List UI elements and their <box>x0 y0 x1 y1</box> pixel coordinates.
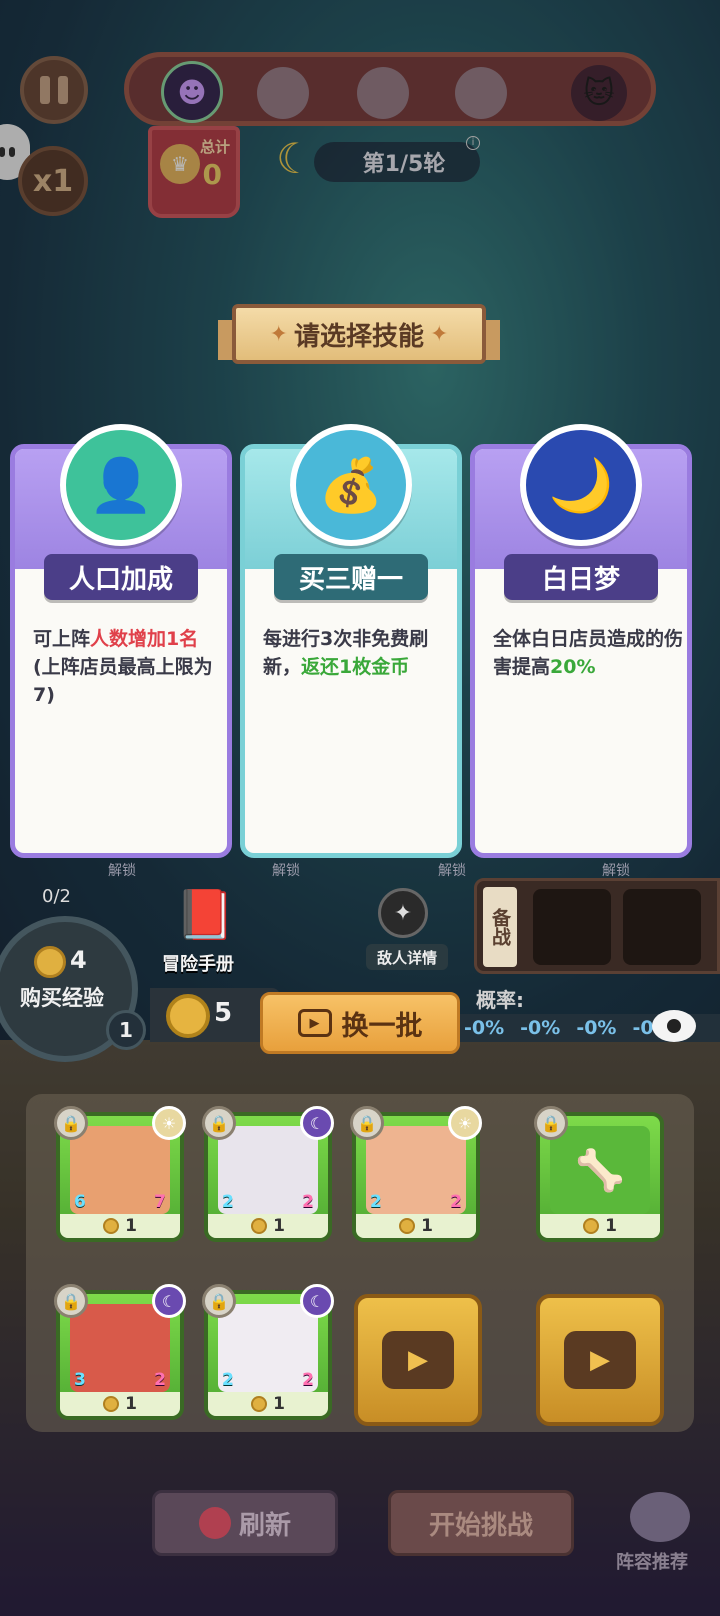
skill-card-population[interactable]: 可上阵人数增加1名(上阵店员最高上限为7) 👤 人口加成 <box>10 424 232 858</box>
lock-icon[interactable]: 🔒 <box>54 1284 88 1318</box>
gold-coin-icon <box>166 994 210 1038</box>
shop-hero-card[interactable]: 🔒 ☀ 2 2 1 <box>350 1106 482 1242</box>
person-plus-icon: 👤 <box>60 424 182 546</box>
moon-trait-icon: ☾ <box>300 1106 334 1140</box>
ad-unlock-slot[interactable]: ▶ <box>354 1294 482 1426</box>
hero-price: 1 <box>356 1214 476 1238</box>
price-value: 1 <box>273 1216 285 1236</box>
shop-hero-card[interactable]: 🔒 ☾ 3 2 1 <box>54 1284 186 1420</box>
reserve-slot[interactable] <box>623 889 701 965</box>
price-value: 1 <box>605 1216 617 1236</box>
price-value: 1 <box>125 1216 137 1236</box>
lock-icon[interactable]: 🔒 <box>350 1106 384 1140</box>
coin-icon <box>34 946 66 978</box>
odds-value: -0% <box>576 1017 617 1039</box>
hero-stat-left: 2 <box>222 1192 234 1212</box>
gold-ingot-icon: 💰 <box>290 424 412 546</box>
shop-hero-card[interactable]: 🔒 ☾ 2 2 1 <box>202 1284 334 1420</box>
lock-icon[interactable]: 🔒 <box>202 1106 236 1140</box>
coin-icon <box>198 1507 231 1539</box>
price-value: 1 <box>125 1394 137 1414</box>
skill-description: 每进行3次非免费刷新，返还1枚金币 <box>263 628 429 678</box>
lock-icon[interactable]: 🔒 <box>54 1106 88 1140</box>
hero-price: 1 <box>60 1392 180 1416</box>
odds-label: 概率: <box>476 988 524 1012</box>
enemy-details-label[interactable]: 敌人详情 <box>366 944 448 970</box>
refresh-button[interactable]: 刷新 <box>152 1490 338 1556</box>
exp-progress: 0/2 <box>42 886 71 907</box>
hero-stat-left: 2 <box>222 1370 234 1390</box>
moon-trait-icon: ☾ <box>300 1284 334 1318</box>
lock-icon[interactable]: 🔒 <box>202 1284 236 1318</box>
hero-price: 1 <box>208 1214 328 1238</box>
exp-cost: 4 <box>70 946 87 974</box>
adventure-book-icon[interactable]: 📕 <box>166 878 244 950</box>
sparkle-icon: ✦ <box>269 321 288 347</box>
level-badge: 1 <box>106 1010 146 1050</box>
reserve-bench: 备战 <box>474 878 720 974</box>
hero-stat-right: 2 <box>154 1370 166 1390</box>
unlock-label: 解锁 <box>602 863 630 879</box>
coin-icon <box>103 1396 120 1412</box>
moon-trait-icon: ☾ <box>152 1284 186 1318</box>
price-value: 1 <box>273 1394 285 1414</box>
skill-name: 买三赠一 <box>274 554 428 600</box>
hero-price: 1 <box>60 1214 180 1238</box>
video-ad-icon: ▶ <box>564 1331 636 1389</box>
refresh-batch-label: 换一批 <box>341 1010 423 1042</box>
video-ad-icon: ▶ <box>297 1009 332 1037</box>
lineup-recommend-icon[interactable] <box>630 1492 690 1542</box>
hero-stat-right: 2 <box>450 1192 462 1212</box>
eye-icon[interactable] <box>652 1010 696 1042</box>
skill-description: 可上阵人数增加1名(上阵店员最高上限为7) <box>33 628 213 706</box>
skill-name: 白日梦 <box>504 554 658 600</box>
ad-unlock-slot[interactable]: ▶ <box>536 1294 664 1426</box>
shop-item-card[interactable]: 🦴 🔒 1 <box>534 1106 664 1242</box>
gold-amount: 5 <box>214 998 233 1028</box>
video-ad-icon: ▶ <box>382 1331 454 1389</box>
skill-name: 人口加成 <box>44 554 198 600</box>
coin-icon <box>583 1218 600 1234</box>
buy-exp-label[interactable]: 购买经验 <box>20 982 104 1012</box>
bone-icon: 🦴 <box>550 1126 650 1214</box>
coin-icon <box>251 1218 268 1234</box>
hero-stat-right: 7 <box>154 1192 166 1212</box>
coin-icon <box>399 1218 416 1234</box>
skill-description: 全体白日店员造成的伤害提高20% <box>493 628 684 678</box>
price-value: 1 <box>421 1216 433 1236</box>
enemy-details-icon[interactable]: ✦ <box>378 888 428 938</box>
shop-hero-card[interactable]: 🔒 ☀ 6 7 1 <box>54 1106 186 1242</box>
hero-price: 1 <box>540 1214 660 1238</box>
odds-value: -0% <box>520 1017 561 1039</box>
sun-trait-icon: ☀ <box>448 1106 482 1140</box>
refresh-label: 刷新 <box>238 1510 291 1541</box>
reserve-label: 备战 <box>483 887 517 967</box>
unlock-label: 解锁 <box>438 863 466 879</box>
choose-skill-text: 请选择技能 <box>293 321 424 352</box>
hero-stat-left: 6 <box>74 1192 86 1212</box>
hero-price: 1 <box>208 1392 328 1416</box>
sparkle-icon: ✦ <box>430 321 449 347</box>
refresh-batch-button[interactable]: ▶ 换一批 <box>260 992 460 1054</box>
choose-skill-title: ✦ 请选择技能 ✦ <box>232 304 486 364</box>
coin-icon <box>103 1218 120 1234</box>
hero-stat-right: 2 <box>302 1192 314 1212</box>
dream-moon-icon: 🌙 <box>520 424 642 546</box>
reserve-slot[interactable] <box>533 889 611 965</box>
skill-card-daydream[interactable]: 全体白日店员造成的伤害提高20% 🌙 白日梦 <box>470 424 692 858</box>
adventure-label[interactable]: 冒险手册 <box>162 950 234 976</box>
shop-hero-card[interactable]: 🔒 ☾ 2 2 1 <box>202 1106 334 1242</box>
coin-icon <box>251 1396 268 1412</box>
hero-stat-left: 3 <box>74 1370 86 1390</box>
lock-icon[interactable]: 🔒 <box>534 1106 568 1140</box>
lineup-recommend-label[interactable]: 阵容推荐 <box>616 1548 688 1574</box>
sun-trait-icon: ☀ <box>152 1106 186 1140</box>
start-challenge-button[interactable]: 开始挑战 <box>388 1490 574 1556</box>
hero-stat-left: 2 <box>370 1192 382 1212</box>
odds-value: -0% <box>464 1017 505 1039</box>
unlock-label: 解锁 <box>272 863 300 879</box>
hero-stat-right: 2 <box>302 1370 314 1390</box>
skill-card-buy-three[interactable]: 每进行3次非免费刷新，返还1枚金币 💰 买三赠一 <box>240 424 462 858</box>
unlock-label: 解锁 <box>108 863 136 879</box>
